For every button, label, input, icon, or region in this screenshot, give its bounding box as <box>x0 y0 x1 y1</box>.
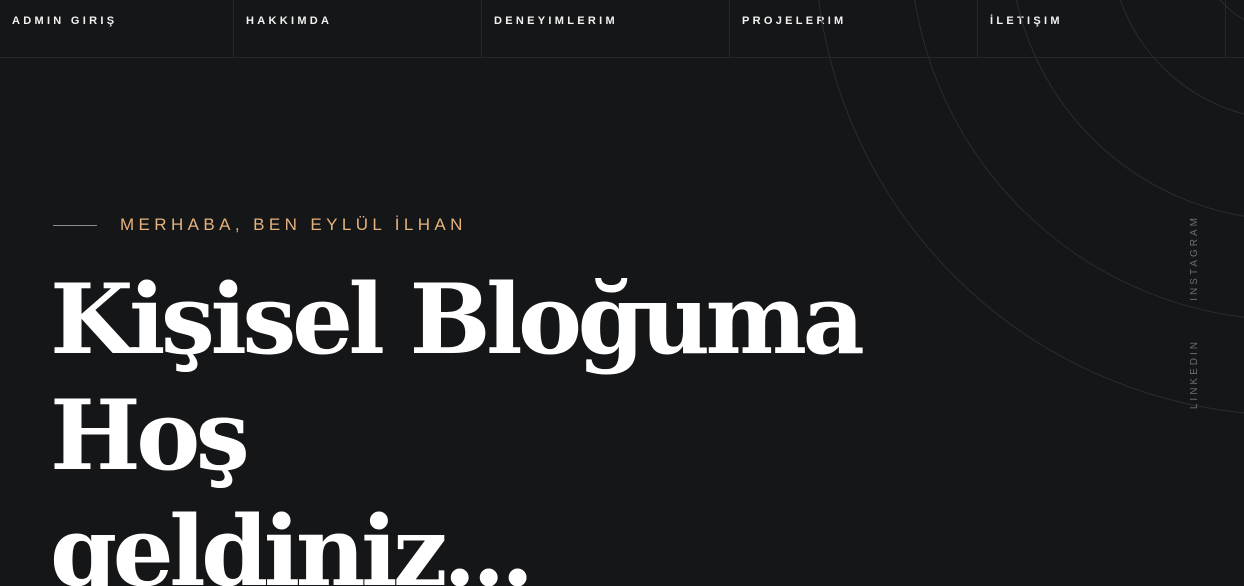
nav-item-iletisim[interactable]: İLETIŞIM <box>978 0 1226 57</box>
hero-intro: MERHABA, BEN EYLÜL İLHAN <box>53 215 467 235</box>
hero-headline: Kişisel Bloğuma Hoş geldiniz... <box>50 262 1050 586</box>
headline-line-2: geldiniz... <box>50 495 534 586</box>
headline-line-1: Kişisel Bloğuma Hoş <box>50 263 865 492</box>
social-link-linkedin[interactable]: LINKEDIN <box>1189 339 1200 409</box>
top-navigation: ADMIN GIRIŞ HAKKIMDA DENEYIMLERIM PROJEL… <box>0 0 1244 58</box>
nav-item-hakkimda[interactable]: HAKKIMDA <box>234 0 482 57</box>
intro-divider <box>53 224 97 226</box>
nav-item-admin-giris[interactable]: ADMIN GIRIŞ <box>0 0 234 57</box>
intro-greeting: MERHABA, BEN EYLÜL İLHAN <box>120 215 467 234</box>
nav-item-projelerim[interactable]: PROJELERIM <box>730 0 978 57</box>
social-links: INSTAGRAM LINKEDIN <box>1189 215 1209 425</box>
social-link-instagram[interactable]: INSTAGRAM <box>1189 215 1200 301</box>
nav-item-deneyimlerim[interactable]: DENEYIMLERIM <box>482 0 730 57</box>
